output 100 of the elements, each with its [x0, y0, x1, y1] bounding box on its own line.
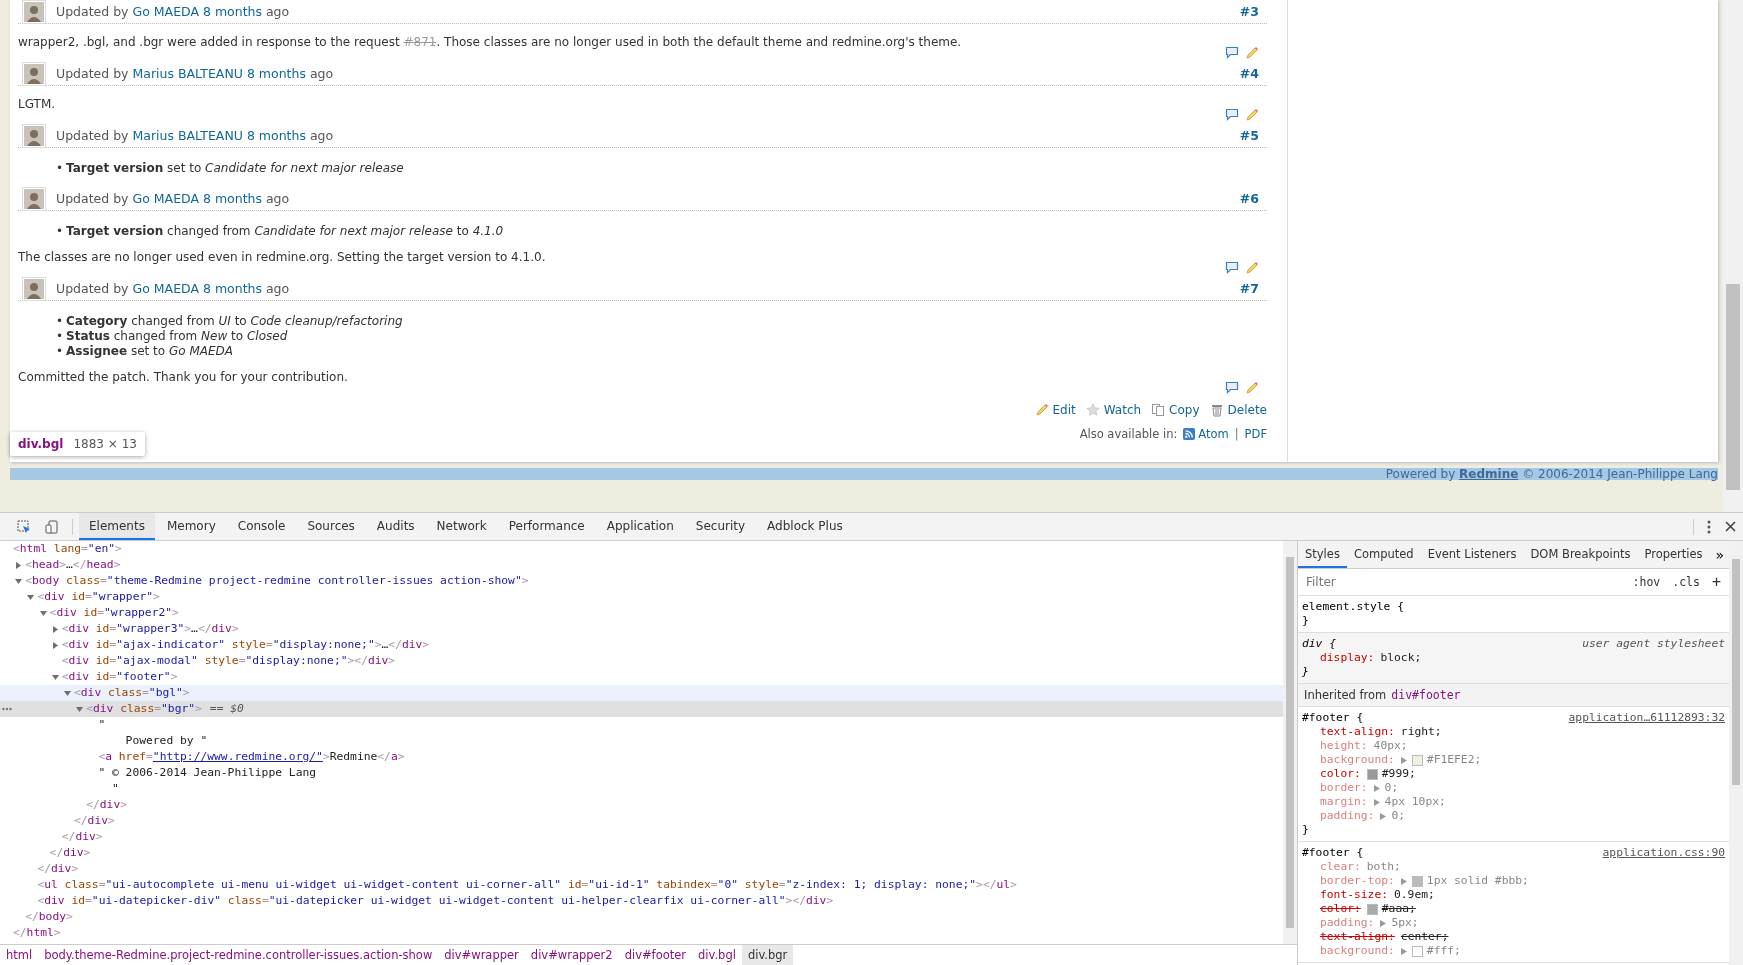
- author-link[interactable]: Marius BALTEANU: [132, 66, 243, 81]
- property-value[interactable]: #aaa;: [1381, 902, 1416, 916]
- selector-link[interactable]: div#footer: [1391, 688, 1461, 702]
- dom-node-line[interactable]: <div class="bgl">: [74, 685, 190, 701]
- expand-arrow-icon[interactable]: [1400, 756, 1407, 764]
- edit-link[interactable]: Edit: [1034, 403, 1076, 417]
- speech-bubble-icon[interactable]: [1225, 381, 1239, 395]
- devtools-tab[interactable]: Memory: [156, 513, 226, 540]
- styles-tab[interactable]: Computed: [1346, 541, 1421, 568]
- journal-number-link[interactable]: #7: [1239, 281, 1259, 296]
- dom-node-line[interactable]: <div id="wrapper3">…</div>: [61, 621, 239, 637]
- ellipsis-icon[interactable]: [2, 707, 12, 711]
- speech-bubble-icon[interactable]: [1225, 108, 1239, 122]
- property-name[interactable]: color:: [1320, 902, 1361, 916]
- author-link[interactable]: Marius BALTEANU: [132, 128, 243, 143]
- text-node-line[interactable]: ": [98, 781, 119, 797]
- new-rule-button[interactable]: +: [1707, 573, 1725, 591]
- text-node-line[interactable]: " © 2006-2014 Jean-Philippe Lang: [98, 765, 317, 781]
- expand-arrow-icon[interactable]: [51, 625, 59, 633]
- copy-link[interactable]: Copy: [1151, 403, 1200, 417]
- devtools-tab[interactable]: Sources: [297, 513, 365, 540]
- breadcrumb-item[interactable]: div.bgr: [741, 945, 794, 965]
- delete-link[interactable]: Delete: [1209, 403, 1267, 417]
- hov-button[interactable]: :hov: [1628, 575, 1665, 589]
- devtools-tab[interactable]: Application: [596, 513, 684, 540]
- expand-arrow-icon[interactable]: [39, 609, 47, 617]
- journal-number-link[interactable]: #6: [1239, 191, 1259, 206]
- dom-node-line[interactable]: </div>: [86, 797, 127, 813]
- dom-node-line[interactable]: <div id="ajax-modal" style="display:none;"></div>: [61, 653, 396, 669]
- property-value[interactable]: 0.9em;: [1394, 888, 1435, 902]
- styles-tab[interactable]: Event Listeners: [1420, 541, 1524, 568]
- dom-node-line[interactable]: <div id="wrapper">: [37, 589, 160, 605]
- property-value[interactable]: #fff;: [1426, 944, 1461, 958]
- property-value[interactable]: right;: [1400, 725, 1442, 739]
- dom-node-line[interactable]: </div>: [61, 829, 103, 845]
- journal-number-link[interactable]: #4: [1239, 66, 1259, 81]
- dom-node-line[interactable]: <div id="footer">: [61, 669, 178, 685]
- property-value[interactable]: both;: [1366, 860, 1401, 874]
- expand-arrow-icon[interactable]: [15, 577, 23, 585]
- color-swatch-icon[interactable]: [1411, 754, 1423, 766]
- more-tabs-button[interactable]: »: [1709, 541, 1729, 568]
- journal-number-link[interactable]: #3: [1239, 4, 1259, 19]
- breadcrumb-item[interactable]: div.bgl: [692, 945, 742, 965]
- property-value[interactable]: 1px solid #bbb;: [1426, 874, 1529, 888]
- property-value[interactable]: #999;: [1381, 767, 1416, 781]
- cls-button[interactable]: .cls: [1668, 575, 1704, 589]
- scrollbar[interactable]: [1729, 541, 1743, 965]
- expand-arrow-icon[interactable]: [15, 561, 23, 569]
- author-link[interactable]: Go MAEDA: [132, 281, 199, 296]
- format-link[interactable]: Atom: [1183, 427, 1229, 441]
- speech-bubble-icon[interactable]: [1225, 261, 1239, 275]
- styles-tab[interactable]: DOM Breakpoints: [1523, 541, 1638, 568]
- pencil-icon[interactable]: [1245, 108, 1259, 122]
- breadcrumb-item[interactable]: div#wrapper: [438, 945, 525, 965]
- property-value[interactable]: 4px 10px;: [1384, 795, 1446, 809]
- text-node-line[interactable]: ": [98, 717, 106, 733]
- format-link[interactable]: PDF: [1244, 427, 1267, 441]
- property-name[interactable]: font-size:: [1320, 888, 1388, 902]
- property-name[interactable]: text-align:: [1320, 725, 1395, 739]
- dom-node-line[interactable]: <body class="theme-Redmine project-redmine controller-issues action-show">: [25, 573, 529, 589]
- scrollbar[interactable]: [1283, 541, 1297, 944]
- property-value[interactable]: block;: [1380, 651, 1422, 665]
- color-swatch-icon[interactable]: [1366, 768, 1378, 780]
- color-swatch-icon[interactable]: [1411, 875, 1423, 887]
- dom-node-line[interactable]: <ul class="ui-autocomplete ui-menu ui-widget ui-widget-content ui-corner-all" id="ui-id-1" tabindex="0" style="z-index: 1; display: none;"></ul>: [37, 877, 1017, 893]
- color-swatch-icon[interactable]: [1411, 945, 1423, 957]
- expand-arrow-icon[interactable]: [76, 705, 84, 713]
- property-name[interactable]: color:: [1320, 767, 1361, 781]
- pencil-icon[interactable]: [1245, 46, 1259, 60]
- dom-node-line[interactable]: </div>: [49, 845, 91, 861]
- property-value[interactable]: 0;: [1384, 781, 1399, 795]
- time-link[interactable]: 8 months: [246, 66, 306, 81]
- styles-tab[interactable]: Properties: [1637, 541, 1710, 568]
- text-node-line[interactable]: Powered by ": [98, 733, 208, 749]
- expand-arrow-icon[interactable]: [27, 593, 35, 601]
- property-name[interactable]: text-align:: [1320, 930, 1395, 944]
- time-link[interactable]: 8 months: [202, 281, 262, 296]
- devtools-tab[interactable]: Security: [685, 513, 756, 540]
- devtools-tab[interactable]: Adblock Plus: [757, 513, 853, 540]
- devtools-tab[interactable]: Performance: [498, 513, 595, 540]
- breadcrumb-item[interactable]: html: [0, 945, 39, 965]
- expand-arrow-icon[interactable]: [1400, 947, 1407, 955]
- breadcrumb-item[interactable]: div#wrapper2: [524, 945, 619, 965]
- expand-arrow-icon[interactable]: [1380, 919, 1387, 927]
- dom-node-line[interactable]: </body>: [25, 909, 73, 925]
- expand-arrow-icon[interactable]: [51, 673, 59, 681]
- dom-node-line[interactable]: <div id="ajax-indicator" style="display:none;">…</div>: [61, 637, 430, 653]
- author-link[interactable]: Go MAEDA: [132, 191, 199, 206]
- pencil-icon[interactable]: [1245, 261, 1259, 275]
- speech-bubble-icon[interactable]: [1225, 46, 1239, 60]
- dom-node-line[interactable]: <div class="bgr">: [86, 701, 202, 717]
- devtools-tab[interactable]: Console: [227, 513, 296, 540]
- devtools-tab[interactable]: Elements: [79, 513, 155, 540]
- property-value[interactable]: 5px;: [1391, 916, 1419, 930]
- devtools-tab[interactable]: Audits: [366, 513, 425, 540]
- property-value[interactable]: center;: [1400, 930, 1449, 944]
- author-link[interactable]: Go MAEDA: [132, 4, 199, 19]
- dom-node-line[interactable]: <div id="wrapper2">: [49, 605, 179, 621]
- journal-number-link[interactable]: #5: [1239, 128, 1259, 143]
- breadcrumb-item[interactable]: body.theme-Redmine.project-redmine.controller-issues.action-show: [38, 945, 439, 965]
